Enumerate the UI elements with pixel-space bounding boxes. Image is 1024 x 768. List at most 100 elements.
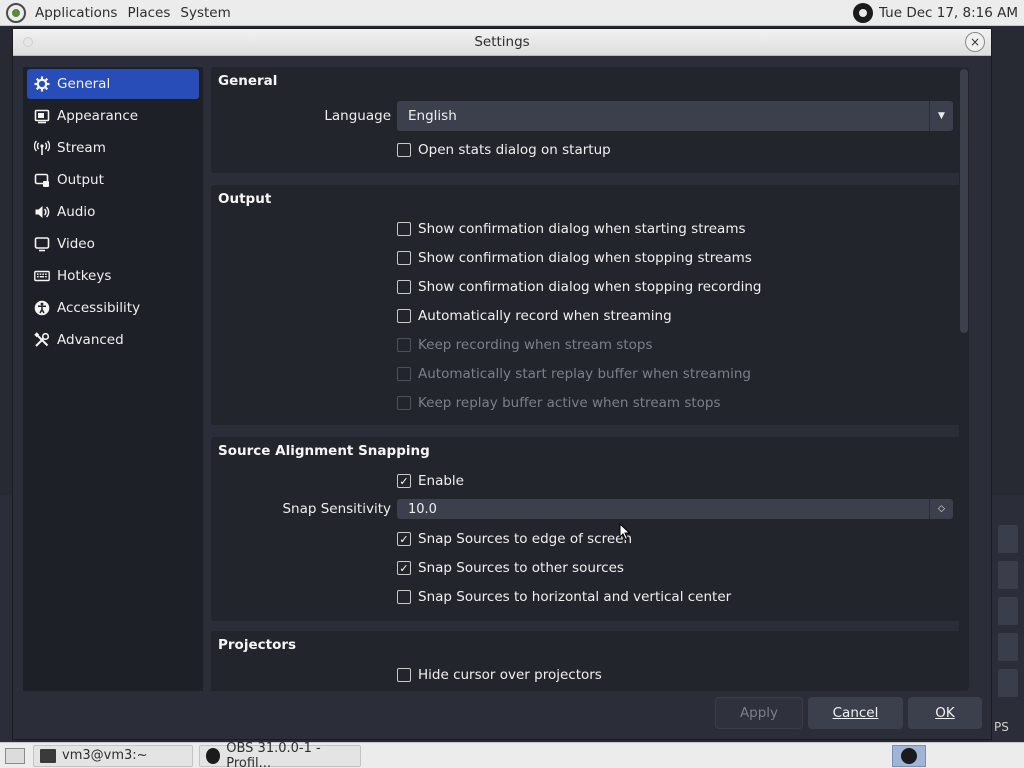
hide-cursor-checkbox[interactable]: Hide cursor over projectors	[397, 667, 602, 683]
checkbox-label: Keep replay buffer active when stream st…	[418, 395, 721, 411]
sidebar-item-label: Audio	[57, 204, 96, 220]
obs-right-panel-fragment	[992, 495, 1024, 742]
checkbox-label: Snap Sources to edge of screen	[418, 531, 633, 547]
menu-applications[interactable]: Applications	[30, 5, 122, 21]
checkbox-label: Snap Sources to horizontal and vertical …	[418, 589, 732, 605]
sidebar-item-label: Appearance	[57, 108, 139, 124]
close-button[interactable]: ×	[965, 32, 985, 52]
snap-center-checkbox[interactable]: Snap Sources to horizontal and vertical …	[397, 589, 731, 605]
checkbox-label: Snap Sources to other sources	[418, 560, 624, 576]
sidebar-item-label: Hotkeys	[57, 268, 112, 284]
sidebar-item-stream[interactable]: Stream	[27, 133, 199, 163]
snap-edge-checkbox[interactable]: ✓ Snap Sources to edge of screen	[397, 531, 632, 547]
general-group: General Language English ▼ Open stats di…	[211, 67, 961, 173]
auto-record-checkbox[interactable]: Automatically record when streaming	[397, 308, 672, 324]
checkbox-box[interactable]	[397, 143, 411, 157]
output-group: Output Show confirmation dialog when sta…	[211, 185, 961, 425]
top-panel: Applications Places System Tue Dec 17, 8…	[0, 0, 1024, 26]
taskbar-item-label: OBS 31.0.0-1 - Profil...	[226, 740, 321, 768]
apply-button[interactable]: Apply	[715, 697, 803, 729]
checkbox-label: Open stats dialog on startup	[418, 142, 611, 158]
settings-content: General Language English ▼ Open stats di…	[211, 67, 981, 691]
sidebar-item-appearance[interactable]: Appearance	[27, 101, 199, 131]
checkbox-label: Enable	[418, 473, 464, 489]
mouse-cursor-icon	[619, 523, 631, 541]
dialog-titlebar[interactable]: Settings ×	[13, 29, 991, 56]
obs-control-fragment	[998, 669, 1018, 697]
confirm-start-stream-checkbox[interactable]: Show confirmation dialog when starting s…	[397, 221, 746, 237]
sidebar-item-output[interactable]: Output	[27, 165, 199, 195]
projectors-group-title: Projectors	[218, 637, 297, 653]
snapping-enable-checkbox[interactable]: ✓ Enable	[397, 473, 464, 489]
checkbox-label: Show confirmation dialog when stopping s…	[418, 250, 752, 266]
checkbox-box[interactable]: ✓	[397, 532, 411, 546]
checkbox-box[interactable]: ✓	[397, 561, 411, 575]
fps-readout-fragment: PS	[994, 720, 1009, 734]
workspace-switcher[interactable]	[892, 744, 926, 767]
language-label: Language	[324, 108, 391, 124]
checkbox-box[interactable]	[397, 251, 411, 265]
obs-control-fragment	[998, 633, 1018, 661]
gear-icon	[34, 76, 50, 92]
window-menu-icon[interactable]	[23, 37, 33, 47]
checkbox-box[interactable]	[397, 280, 411, 294]
bottom-taskbar: vm3@vm3:~ OBS 31.0.0-1 - Profil...	[0, 741, 1024, 768]
obs-tray-icon[interactable]	[852, 2, 873, 23]
panel-right-area: Tue Dec 17, 8:16 AM	[852, 2, 1024, 23]
taskbar-item-terminal[interactable]: vm3@vm3:~	[33, 744, 193, 767]
settings-dialog: Settings × General Appearance Stream Out…	[12, 28, 992, 740]
snap-sources-checkbox[interactable]: ✓ Snap Sources to other sources	[397, 560, 624, 576]
ok-button[interactable]: OK	[908, 697, 982, 729]
checkbox-box[interactable]	[397, 222, 411, 236]
sidebar-item-accessibility[interactable]: Accessibility	[27, 293, 199, 323]
sidebar-item-video[interactable]: Video	[27, 229, 199, 259]
show-desktop-button[interactable]	[5, 747, 25, 764]
checkbox-box	[397, 396, 411, 410]
taskbar-item-label: vm3@vm3:~	[62, 748, 148, 763]
clock[interactable]: Tue Dec 17, 8:16 AM	[879, 5, 1018, 21]
checkbox-box	[397, 367, 411, 381]
confirm-stop-stream-checkbox[interactable]: Show confirmation dialog when stopping s…	[397, 250, 752, 266]
sidebar-item-audio[interactable]: Audio	[27, 197, 199, 227]
speaker-icon	[34, 204, 50, 220]
content-scrollbar[interactable]	[959, 67, 969, 691]
snapping-group-title: Source Alignment Snapping	[218, 443, 430, 459]
checkbox-box[interactable]	[397, 309, 411, 323]
taskbar-item-obs[interactable]: OBS 31.0.0-1 - Profil...	[199, 741, 361, 768]
output-icon	[34, 172, 50, 188]
checkbox-label: Automatically record when streaming	[418, 308, 672, 324]
distro-logo-icon[interactable]	[6, 2, 26, 23]
snap-sensitivity-value: 10.0	[408, 501, 437, 517]
language-select[interactable]: English ▼	[397, 101, 953, 131]
checkbox-box[interactable]	[397, 668, 411, 682]
checkbox-label: Keep recording when stream stops	[418, 337, 653, 353]
accessibility-icon	[34, 300, 50, 316]
cancel-label: Cancel	[832, 705, 879, 721]
checkbox-box[interactable]	[397, 590, 411, 604]
sidebar-item-general[interactable]: General	[27, 69, 199, 99]
menu-system[interactable]: System	[175, 5, 235, 21]
sidebar-item-advanced[interactable]: Advanced	[27, 325, 199, 355]
scrollbar-thumb[interactable]	[960, 69, 968, 333]
checkbox-box	[397, 338, 411, 352]
stats-dialog-checkbox[interactable]: Open stats dialog on startup	[397, 142, 611, 158]
tools-icon	[34, 332, 50, 348]
confirm-stop-recording-checkbox[interactable]: Show confirmation dialog when stopping r…	[397, 279, 761, 295]
obs-icon	[206, 747, 221, 764]
settings-sidebar: General Appearance Stream Output Audio V…	[23, 67, 203, 691]
cancel-button[interactable]: Cancel	[808, 697, 903, 729]
spin-arrows-icon[interactable]: ◇	[929, 499, 953, 519]
snap-sensitivity-row: Snap Sensitivity 10.0 ◇	[211, 499, 961, 519]
keep-replay-buffer-checkbox: Keep replay buffer active when stream st…	[397, 395, 721, 411]
monitor-icon	[34, 236, 50, 252]
snap-sensitivity-spinbox[interactable]: 10.0 ◇	[397, 499, 953, 519]
sidebar-item-label: Video	[57, 236, 95, 252]
chevron-down-icon[interactable]: ▼	[929, 101, 953, 131]
sidebar-item-label: Stream	[57, 140, 106, 156]
general-group-title: General	[218, 73, 278, 89]
menu-places[interactable]: Places	[122, 5, 175, 21]
checkbox-box[interactable]: ✓	[397, 474, 411, 488]
sidebar-item-hotkeys[interactable]: Hotkeys	[27, 261, 199, 291]
obs-left-panel-fragment	[0, 495, 12, 742]
keyboard-icon	[34, 268, 50, 284]
